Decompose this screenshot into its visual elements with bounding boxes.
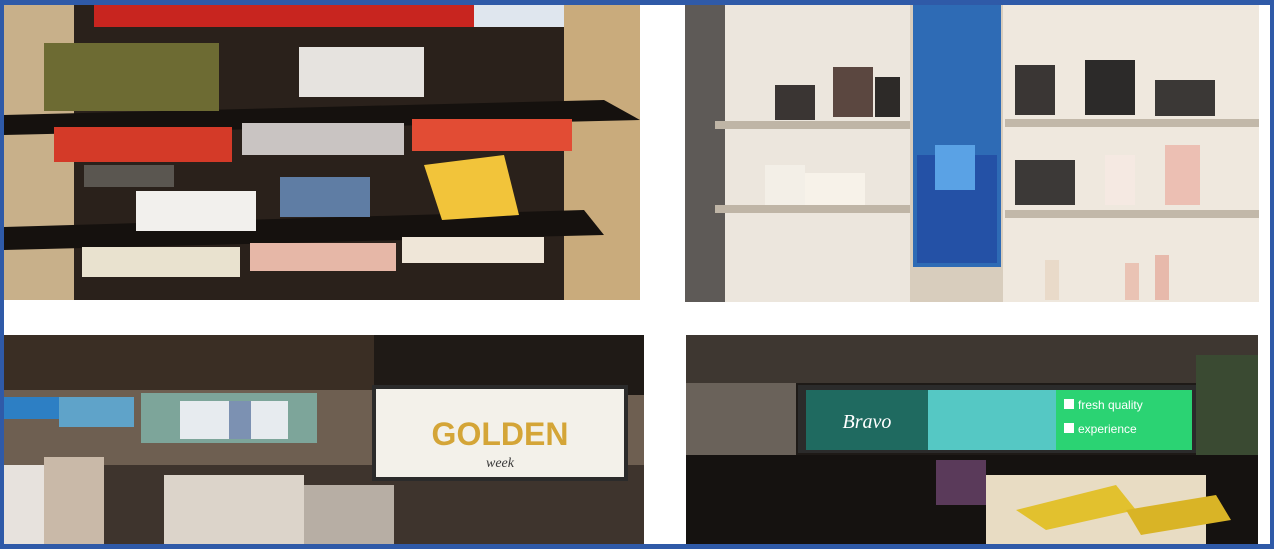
photo-cosmetics-shelf-display: [685, 5, 1259, 302]
frame-bottom-border: [0, 544, 1274, 549]
frame-right-border: [1270, 0, 1274, 549]
experience-text: experience: [1078, 422, 1137, 436]
photo-clothing-store-screens: GOLDEN week: [4, 335, 644, 544]
golden-text: GOLDEN: [432, 416, 569, 452]
week-text: week: [486, 456, 515, 471]
photo-wine-store-banner: Bravo fresh quality experience: [686, 335, 1258, 544]
bravo-brand-text: Bravo: [843, 411, 892, 433]
fresh-quality-text: fresh quality: [1078, 398, 1143, 412]
photo-shelf-display-screens: [4, 5, 640, 300]
